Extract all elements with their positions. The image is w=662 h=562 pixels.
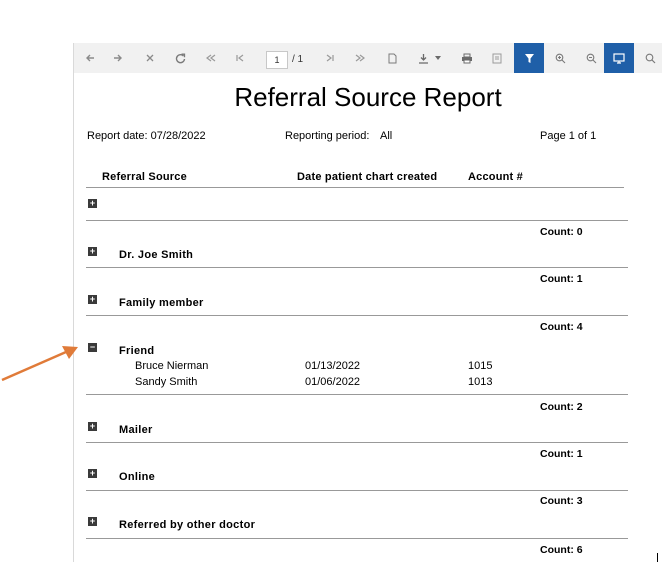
print-icon[interactable] <box>456 43 478 73</box>
detail-date: 01/13/2022 <box>305 360 361 372</box>
expand-plus-icon[interactable]: + <box>88 247 97 256</box>
group-count: Count: 2 <box>540 401 583 413</box>
group-rule <box>86 315 628 316</box>
group-count: Count: 3 <box>540 495 583 507</box>
column-header-date-created: Date patient chart created <box>297 171 438 183</box>
group-label: Referred by other doctor <box>119 519 256 531</box>
detail-account: 1015 <box>468 360 493 372</box>
expand-plus-icon[interactable]: + <box>88 422 97 431</box>
last-page-icon[interactable] <box>349 43 371 73</box>
search-icon[interactable] <box>639 43 661 73</box>
expand-plus-icon[interactable]: + <box>88 469 97 478</box>
page-total: / 1 <box>292 54 304 65</box>
viewer-border <box>73 43 74 562</box>
group-label: Online <box>119 471 156 483</box>
download-dropdown-icon[interactable] <box>430 43 446 73</box>
detail-date: 01/06/2022 <box>305 376 361 388</box>
detail-name: Sandy Smith <box>135 376 198 388</box>
group-count: Count: 1 <box>540 448 583 460</box>
report-title: Referral Source Report <box>234 82 502 112</box>
group-rule <box>86 220 628 221</box>
report-date: Report date: 07/28/2022 <box>87 130 206 142</box>
group-rule <box>86 538 628 539</box>
group-count: Count: 6 <box>540 544 583 556</box>
group-label: Dr. Joe Smith <box>119 249 194 261</box>
back-icon[interactable] <box>79 43 101 73</box>
group-count: Count: 0 <box>540 226 583 238</box>
forward-icon[interactable] <box>107 43 129 73</box>
page-info: Page 1 of 1 <box>540 130 597 142</box>
detail-name: Bruce Nierman <box>135 360 209 372</box>
collapse-minus-icon[interactable]: − <box>88 343 97 352</box>
group-count: Count: 1 <box>540 273 583 285</box>
filter-icon[interactable] <box>514 43 544 73</box>
group-rule <box>86 394 628 395</box>
expand-plus-icon[interactable]: + <box>88 517 97 526</box>
zoom-in-icon[interactable] <box>549 43 571 73</box>
detail-account: 1013 <box>468 376 493 388</box>
close-icon[interactable] <box>139 43 161 73</box>
expand-plus-icon[interactable]: + <box>88 295 97 304</box>
first-page-icon[interactable] <box>200 43 222 73</box>
group-rule <box>86 490 628 491</box>
column-header-account: Account # <box>468 171 523 183</box>
document-icon[interactable] <box>381 43 403 73</box>
group-rule <box>86 267 628 268</box>
refresh-icon[interactable] <box>169 43 191 73</box>
group-label: Mailer <box>119 424 153 436</box>
group-label: Friend <box>119 345 155 357</box>
viewer-toolbar: 1 / 1 <box>74 43 662 73</box>
group-rule <box>86 442 628 443</box>
column-header-referral-source: Referral Source <box>102 171 187 183</box>
reporting-period-value: All <box>380 130 393 142</box>
display-icon[interactable] <box>604 43 634 73</box>
header-rule <box>86 187 624 188</box>
next-page-icon[interactable] <box>319 43 341 73</box>
zoom-out-icon[interactable] <box>580 43 602 73</box>
reporting-period-label: Reporting period: <box>285 130 370 142</box>
annotation-arrow-icon <box>1 346 78 382</box>
group-count: Count: 4 <box>540 321 583 333</box>
previous-page-icon[interactable] <box>229 43 251 73</box>
group-label: Family member <box>119 297 204 309</box>
print-page-icon[interactable] <box>486 43 508 73</box>
page-number-input[interactable]: 1 <box>266 51 288 69</box>
text-cursor <box>657 553 658 562</box>
expand-plus-icon[interactable]: + <box>88 199 97 208</box>
